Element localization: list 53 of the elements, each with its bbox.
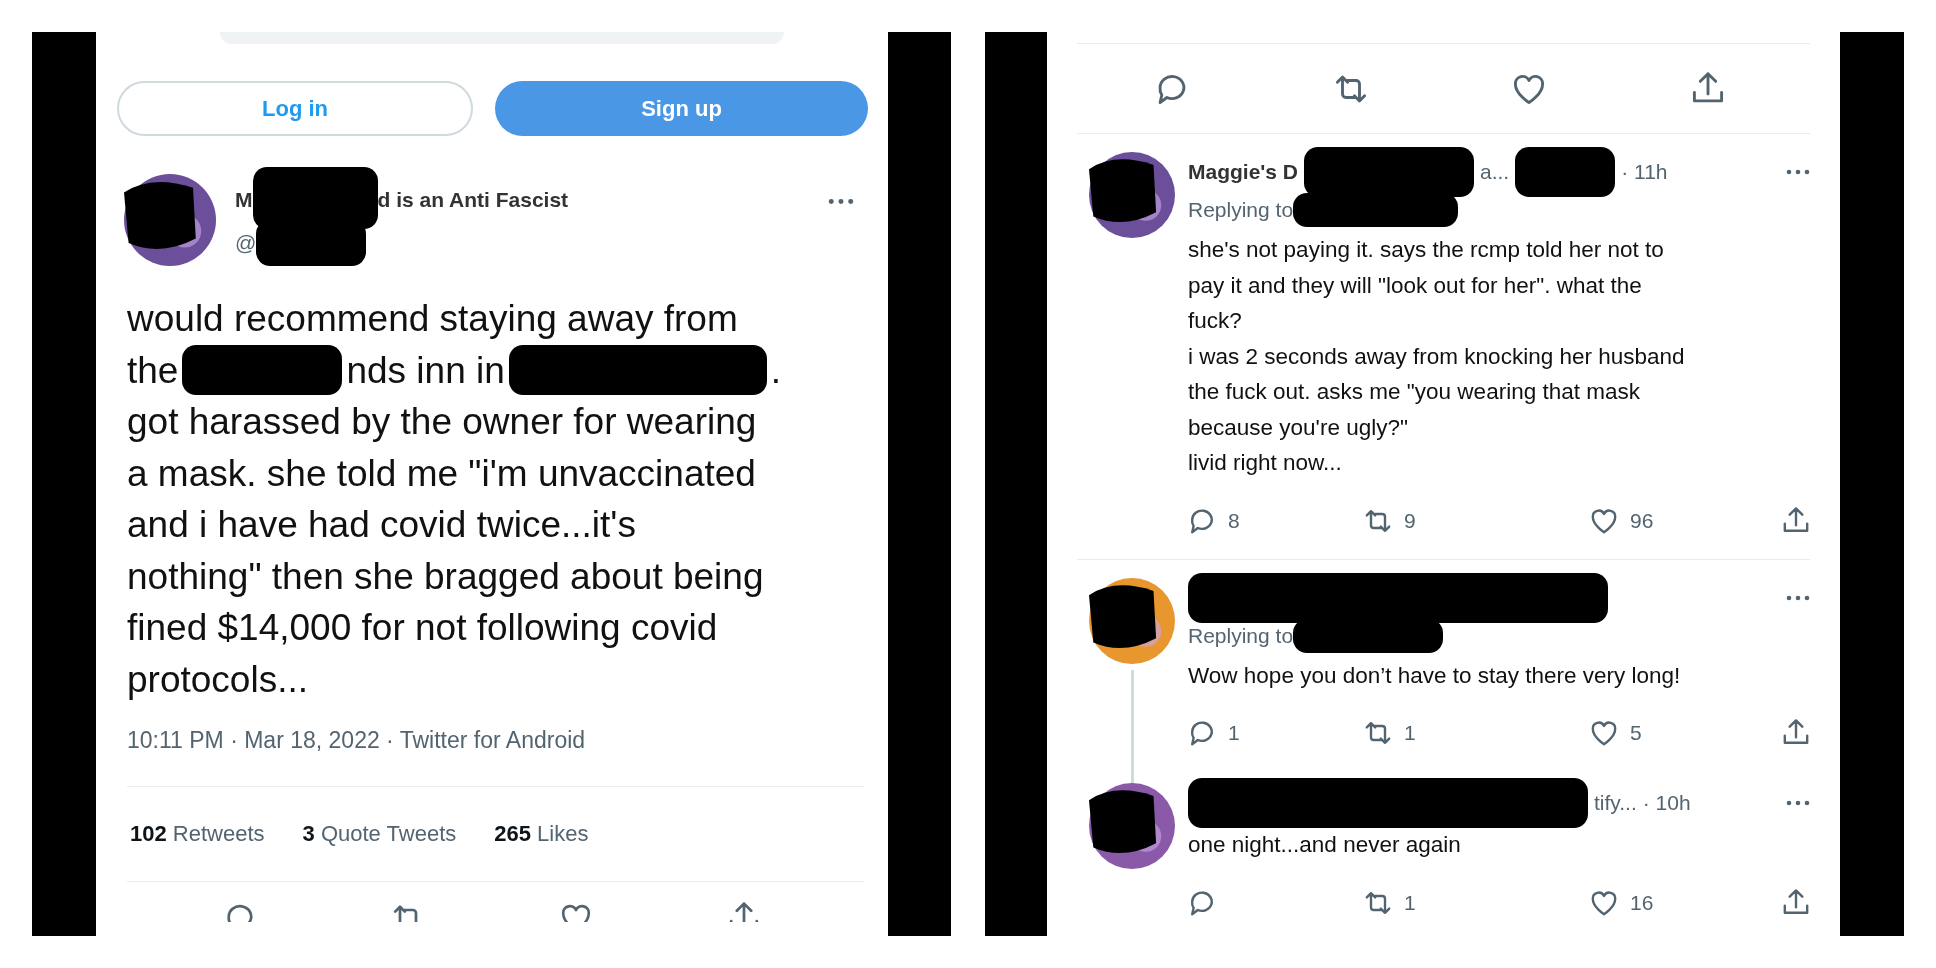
more-icon[interactable] (1786, 169, 1810, 175)
tweet-text: the (127, 348, 179, 393)
author-name: d is an Anti Fascist (377, 188, 569, 212)
action-count: 96 (1630, 508, 1654, 533)
avatar[interactable] (1089, 783, 1175, 869)
share-icon[interactable] (1782, 506, 1810, 535)
engagement-count[interactable]: 265 Likes (494, 821, 589, 847)
tweet-text: protocols... (127, 657, 308, 702)
action-count: 16 (1630, 890, 1654, 915)
action-count: 1 (1228, 721, 1240, 745)
tweet-text: fined $14,000 for not following covid (127, 606, 718, 650)
avatar[interactable] (1089, 577, 1175, 664)
avatar[interactable] (124, 174, 216, 266)
action-count: 9 (1404, 508, 1416, 533)
retweet-icon[interactable] (1364, 719, 1392, 747)
tweet-text: nds inn in (346, 348, 505, 393)
avatar[interactable] (1089, 152, 1175, 238)
heart-icon[interactable] (1590, 506, 1618, 535)
tweet-timestamp: 10:11 PM · Mar 18, 2022 · Twitter for Android (127, 727, 587, 754)
tweet-text: and i have had covid twice...it's (127, 503, 636, 547)
author-name: M (235, 188, 253, 212)
engagement-count[interactable]: 102 Retweets (130, 821, 265, 847)
action-count: 1 (1404, 890, 1416, 915)
action-count: 8 (1228, 508, 1240, 533)
author-name: Maggie's D (1188, 160, 1298, 184)
reply-time: · 11h (1621, 160, 1668, 184)
share-icon[interactable] (1782, 888, 1810, 917)
engagement-count[interactable]: 3 Quote Tweets (302, 821, 457, 847)
author-handle: @ (235, 231, 257, 255)
tweet-text: . (770, 348, 782, 393)
reply-text: Wow hope you don’t have to stay there very long! (1188, 661, 1682, 690)
author-handle: tify... (1594, 791, 1637, 815)
share-icon[interactable] (1782, 719, 1810, 747)
speech-bubble-icon[interactable] (1188, 719, 1216, 747)
heart-icon[interactable] (1590, 888, 1618, 917)
replying-to-label: Replying to (1188, 623, 1294, 648)
action-count: 1 (1404, 721, 1416, 745)
more-icon[interactable] (1786, 594, 1810, 601)
author-handle: a... (1480, 160, 1510, 184)
tweet-text: nothing" then she bragged about being (127, 554, 764, 599)
more-icon[interactable] (1786, 800, 1810, 806)
reply-text: she's not paying it. says the rcmp told her not to pay it and they will "look out for her". what the fuck? i was 2 seconds away from knocking her husband the fuck out. asks me "you wearing that mask because you're ugly?" livid right now... (1188, 236, 1686, 477)
tweet-text: a mask. she told me "i'm unvaccinated (127, 451, 756, 496)
heart-icon[interactable] (1590, 719, 1618, 747)
tweet-text: would recommend staying away from (127, 297, 738, 341)
speech-bubble-icon[interactable] (1188, 888, 1216, 917)
reply-text: one night...and never again (1188, 831, 1462, 859)
more-icon[interactable] (828, 198, 854, 205)
action-count: 5 (1630, 721, 1642, 745)
reply-time: · 10h (1642, 791, 1691, 815)
speech-bubble-icon[interactable] (1188, 506, 1216, 535)
replying-to-label: Replying to (1188, 198, 1294, 222)
tweet-text: got harassed by the owner for wearing (127, 400, 757, 444)
